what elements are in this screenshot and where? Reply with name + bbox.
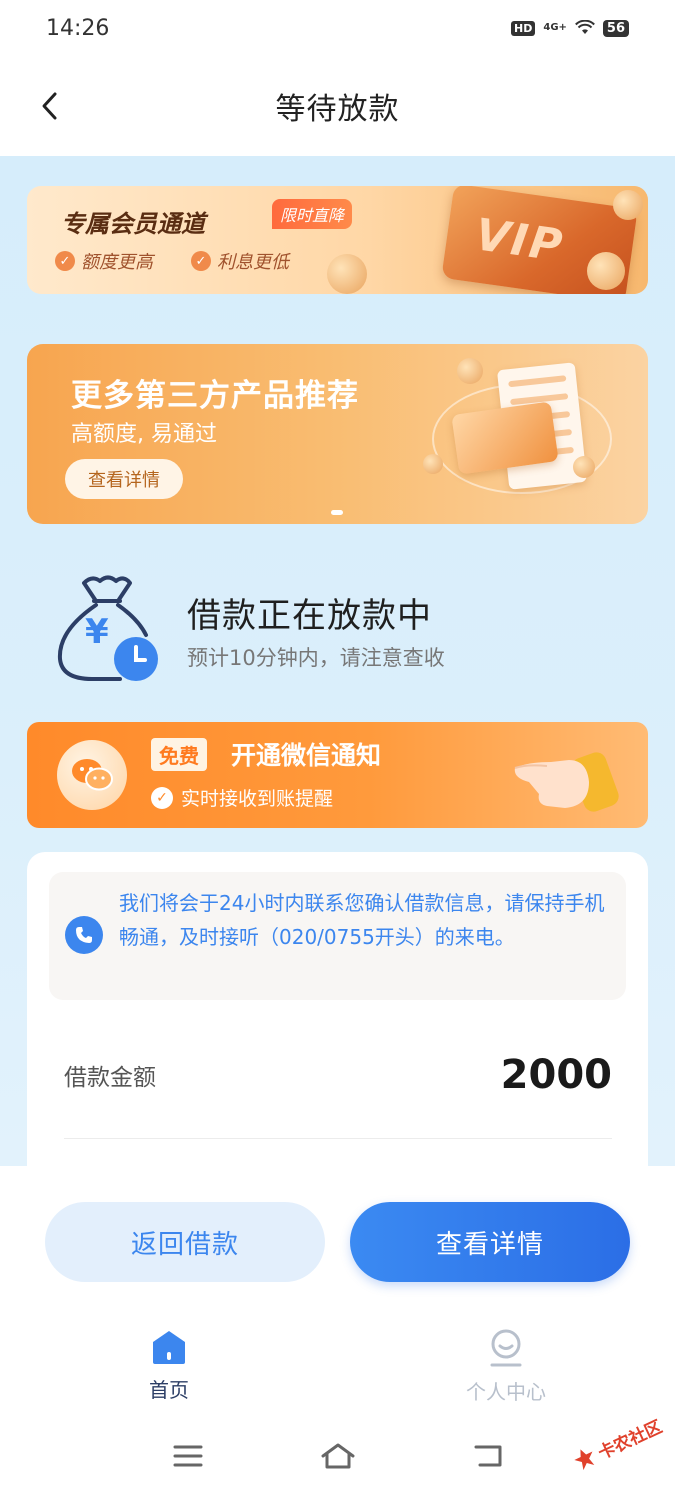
wechat-notify-banner[interactable]: 免费 开通微信通知 ✓ 实时接收到账提醒 (27, 722, 648, 828)
wechat-subtitle-text: 实时接收到账提醒 (181, 788, 334, 810)
divider (64, 1138, 612, 1139)
contact-notice: 我们将会于24小时内联系您确认借款信息，请保持手机畅通，及时接听（020/075… (49, 872, 626, 1000)
signal-icon: 4G+ (543, 23, 567, 33)
coin-icon (613, 190, 643, 220)
vip-banner[interactable]: 专属会员通道 限时直降 ✓ 额度更高 ✓ 利息更低 VIP (27, 186, 648, 294)
promo-title: 更多第三方产品推荐 (71, 378, 359, 414)
home-icon (153, 1331, 185, 1364)
vip-feature-label: 额度更高 (81, 252, 153, 273)
tab-profile[interactable]: 个人中心 (436, 1328, 576, 1418)
check-icon: ✓ (151, 786, 173, 809)
action-bar: 返回借款 查看详情 (0, 1166, 675, 1306)
tab-bar: 首页 个人中心 (0, 1306, 675, 1424)
vip-feature-label: 利息更低 (217, 252, 289, 273)
chevron-left-icon (42, 92, 57, 120)
nav-bar: 等待放款 (0, 56, 675, 156)
return-loan-button[interactable]: 返回借款 (45, 1202, 325, 1282)
tab-home[interactable]: 首页 (99, 1328, 239, 1418)
loan-amount-row: 借款金额 2000 (64, 1050, 612, 1100)
loan-info-card: 我们将会于24小时内联系您确认借款信息，请保持手机畅通，及时接听（020/075… (27, 852, 648, 1166)
vip-title: 专属会员通道 (61, 210, 205, 238)
back-button[interactable] (30, 86, 70, 126)
wifi-icon (574, 20, 595, 34)
vip-feature-1: ✓ 额度更高 (55, 248, 153, 274)
network-type: 4G+ (543, 22, 567, 33)
wechat-icon (57, 740, 127, 810)
page-title: 等待放款 (275, 92, 400, 127)
pointing-hand-icon (514, 752, 619, 812)
check-icon: ✓ (191, 251, 211, 271)
vip-feature-2: ✓ 利息更低 (191, 248, 289, 274)
check-icon: ✓ (55, 251, 75, 271)
back-nav-icon (474, 1445, 502, 1467)
vip-card-text: VIP (472, 209, 567, 273)
coin-icon (587, 252, 625, 290)
notice-text: 我们将会于24小时内联系您确认借款信息，请保持手机畅通，及时接听（020/075… (119, 891, 605, 949)
profile-icon (490, 1329, 522, 1367)
coin-icon (423, 454, 443, 474)
loan-status-subtitle: 预计10分钟内，请注意查收 (187, 646, 445, 670)
back-nav-button[interactable] (468, 1438, 508, 1474)
tab-home-label: 首页 (149, 1378, 189, 1402)
coin-icon (457, 358, 483, 384)
coin-icon (327, 254, 367, 294)
menu-icon (173, 1445, 203, 1467)
coin-icon (573, 456, 595, 478)
status-bar: 14:26 HD 4G+ 56 (0, 0, 675, 56)
wechat-subtitle: ✓ 实时接收到账提醒 (151, 784, 333, 811)
phone-icon (65, 916, 103, 954)
loan-status: ¥ 借款正在放款中 预计10分钟内，请注意查收 (0, 566, 675, 686)
hd-indicator: HD (511, 20, 536, 36)
battery-icon: 56 (602, 19, 629, 37)
free-tag: 免费 (151, 738, 207, 771)
main-content[interactable]: 专属会员通道 限时直降 ✓ 额度更高 ✓ 利息更低 VIP 更多第三方产品推荐 … (0, 156, 675, 1166)
watermark-text: 卡农社区 (595, 1416, 666, 1464)
wechat-title: 开通微信通知 (231, 741, 382, 770)
status-time: 14:26 (46, 15, 110, 41)
promo-subtitle: 高额度, 易通过 (71, 422, 217, 447)
view-detail-button[interactable]: 查看详情 (350, 1202, 630, 1282)
vip-badge: 限时直降 (272, 199, 353, 229)
loan-status-title: 借款正在放款中 (187, 596, 432, 636)
home-nav-button[interactable] (318, 1438, 358, 1474)
tab-profile-label: 个人中心 (466, 1380, 546, 1404)
amount-value: 2000 (500, 1052, 612, 1098)
status-icons: HD 4G+ 56 (511, 19, 629, 37)
home-outline-icon (321, 1443, 355, 1469)
yuan-symbol: ¥ (85, 612, 109, 652)
menu-nav-button[interactable] (168, 1438, 208, 1474)
promo-detail-button[interactable]: 查看详情 (65, 459, 183, 499)
promo-banner[interactable]: 更多第三方产品推荐 高额度, 易通过 查看详情 (27, 344, 648, 524)
carousel-indicator (331, 510, 343, 515)
amount-label: 借款金额 (64, 1065, 156, 1091)
